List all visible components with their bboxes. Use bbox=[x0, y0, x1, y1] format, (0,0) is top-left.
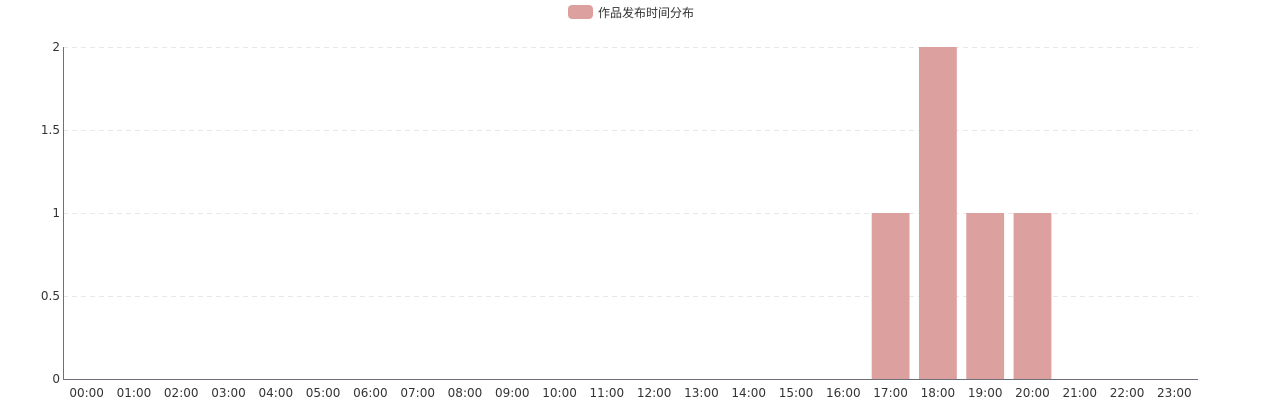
x-tick-label: 14:00 bbox=[731, 386, 766, 400]
legend-swatch bbox=[568, 5, 593, 19]
x-tick-label: 18:00 bbox=[921, 386, 956, 400]
x-tick-label: 06:00 bbox=[353, 386, 388, 400]
x-tick-label: 03:00 bbox=[211, 386, 246, 400]
chart: 作品发布时间分布 0 0.5 1 1.5 2 00:00 01:00 02:00 03:00 04… bbox=[0, 0, 1262, 400]
x-tick-label: 10:00 bbox=[542, 386, 577, 400]
x-tick-label: 19:00 bbox=[968, 386, 1003, 400]
x-tick-label: 01:00 bbox=[117, 386, 152, 400]
y-tick-label: 2 bbox=[52, 40, 60, 54]
x-tick-label: 11:00 bbox=[590, 386, 625, 400]
y-tick-label: 1.5 bbox=[41, 123, 60, 137]
bar bbox=[1013, 213, 1052, 379]
x-tick-label: 15:00 bbox=[779, 386, 814, 400]
x-tick-label: 16:00 bbox=[826, 386, 861, 400]
bar bbox=[966, 213, 1005, 379]
x-tick-label: 08:00 bbox=[448, 386, 483, 400]
legend-label: 作品发布时间分布 bbox=[598, 5, 695, 20]
y-tick-label: 0.5 bbox=[41, 289, 60, 303]
x-tick-label: 07:00 bbox=[400, 386, 435, 400]
y-tick-label: 1 bbox=[52, 206, 60, 220]
x-tick-label: 20:00 bbox=[1015, 386, 1050, 400]
x-tick-label: 02:00 bbox=[164, 386, 199, 400]
x-tick-label: 22:00 bbox=[1110, 386, 1145, 400]
bar bbox=[918, 47, 957, 379]
x-tick-label: 00:00 bbox=[69, 386, 104, 400]
x-tick-label: 17:00 bbox=[873, 386, 908, 400]
x-tick-label: 09:00 bbox=[495, 386, 530, 400]
x-tick-label: 05:00 bbox=[306, 386, 341, 400]
bar bbox=[871, 213, 910, 379]
x-tick-label: 04:00 bbox=[259, 386, 294, 400]
x-tick-label: 12:00 bbox=[637, 386, 672, 400]
plot-area: 0 0.5 1 1.5 2 00:00 01:00 02:00 03:00 04:00 05:00 0… bbox=[41, 40, 1198, 400]
x-tick-label: 23:00 bbox=[1157, 386, 1192, 400]
x-tick-label: 13:00 bbox=[684, 386, 719, 400]
legend[interactable]: 作品发布时间分布 bbox=[568, 4, 694, 20]
x-tick-label: 21:00 bbox=[1062, 386, 1097, 400]
y-tick-label: 0 bbox=[52, 372, 60, 386]
